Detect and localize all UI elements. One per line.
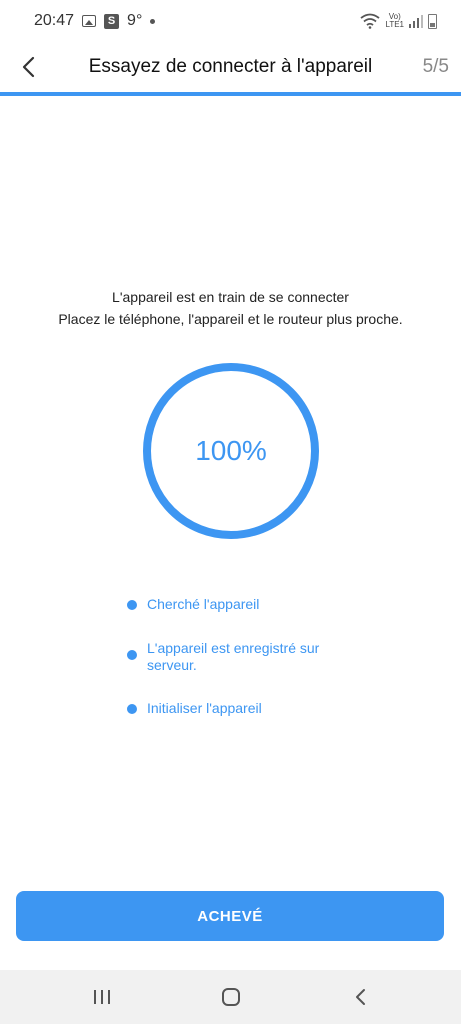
step-item-initialize: Initialiser l'appareil (127, 700, 367, 717)
header-progress-line (0, 92, 461, 96)
step-dot-icon (127, 600, 137, 610)
step-item-searched: Cherché l'appareil (127, 596, 367, 613)
recent-apps-icon (94, 990, 110, 1004)
network-label: Vo) LTE1 (385, 13, 404, 29)
back-button[interactable] (12, 50, 44, 84)
s-app-icon: S (104, 13, 120, 29)
message-line-2: Placez le téléphone, l'appareil et le ro… (58, 311, 403, 327)
progress-ring: 100% (141, 361, 321, 541)
step-indicator: 5/5 (422, 56, 449, 77)
status-left: 20:47 S 9° (34, 12, 156, 30)
system-nav-bar (0, 970, 461, 1024)
step-label: L'appareil est enregistré sur serveur. (147, 640, 320, 673)
battery-icon (428, 13, 437, 29)
connection-message: L'appareil est en train de se connecter … (0, 286, 461, 330)
signal-icon (409, 15, 423, 28)
recent-apps-button[interactable] (82, 982, 122, 1012)
message-line-1: L'appareil est en train de se connecter (112, 289, 349, 305)
step-label: Initialiser l'appareil (147, 700, 262, 716)
step-label: Cherché l'appareil (147, 596, 260, 612)
gallery-icon (82, 15, 97, 27)
done-button[interactable]: ACHEVÉ (16, 891, 444, 941)
step-dot-icon (127, 650, 137, 660)
home-icon (222, 988, 240, 1006)
wifi-icon (360, 13, 381, 29)
header: Essayez de connecter à l'appareil 5/5 (0, 42, 461, 92)
back-icon (356, 989, 365, 1005)
page-title: Essayez de connecter à l'appareil (88, 56, 373, 77)
dot-icon (150, 18, 156, 24)
status-temperature: 9° (127, 12, 143, 29)
nav-back-button[interactable] (340, 982, 380, 1012)
step-dot-icon (127, 704, 137, 714)
home-button[interactable] (211, 982, 251, 1012)
step-item-registered: L'appareil est enregistré sur serveur. (127, 640, 367, 674)
status-time: 20:47 (34, 12, 75, 29)
progress-percent: 100% (195, 435, 267, 466)
chevron-left-icon (22, 56, 35, 78)
status-bar: 20:47 S 9° Vo) LTE1 (0, 0, 461, 42)
status-right: Vo) LTE1 (360, 13, 437, 29)
network-label-bottom: LTE1 (385, 20, 404, 29)
